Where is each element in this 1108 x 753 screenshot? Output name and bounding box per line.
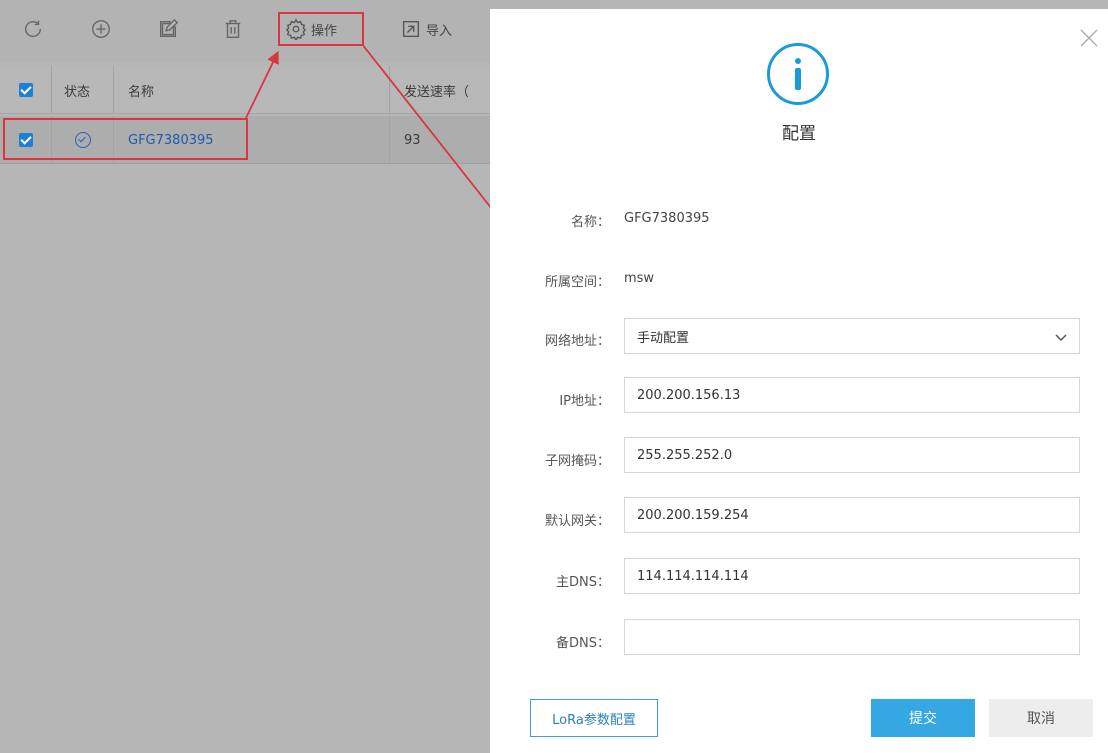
delete-icon <box>225 20 241 38</box>
network-select[interactable]: 手动配置 <box>624 318 1080 354</box>
header-name[interactable]: 名称 <box>114 66 390 114</box>
cancel-button[interactable]: 取消 <box>989 699 1093 737</box>
delete-button[interactable] <box>222 13 244 45</box>
primary-dns-input[interactable] <box>624 558 1080 594</box>
info-icon <box>767 43 829 105</box>
config-dialog: 配置 名称： GFG7380395 所属空间： msw 网络地址： 手动配置 I… <box>490 9 1108 753</box>
header-select-all[interactable] <box>0 66 52 114</box>
header-status[interactable]: 状态 <box>52 66 114 114</box>
name-value: GFG7380395 <box>624 211 710 226</box>
space-value: msw <box>624 271 655 286</box>
add-button[interactable] <box>90 13 112 45</box>
mask-label: 子网掩码： <box>544 454 610 469</box>
dns1-label: 主DNS： <box>556 575 610 590</box>
refresh-icon <box>25 20 42 38</box>
dialog-title: 配置 <box>782 124 816 144</box>
submit-button[interactable]: 提交 <box>871 699 975 737</box>
mask-input[interactable] <box>624 437 1080 473</box>
secondary-dns-input[interactable] <box>624 619 1080 655</box>
network-label: 网络地址： <box>544 334 610 349</box>
import-label: 导入 <box>426 23 453 39</box>
gateway-label: 默认网关： <box>544 514 610 529</box>
edit-icon <box>159 18 179 38</box>
lora-config-button[interactable]: LoRa参数配置 <box>530 699 658 737</box>
row-highlight-box <box>3 118 248 160</box>
gateway-input[interactable] <box>624 497 1080 533</box>
name-label: 名称： <box>570 215 610 230</box>
network-select-value: 手动配置 <box>637 330 690 346</box>
import-button[interactable]: 导入 <box>400 13 452 45</box>
add-icon <box>92 20 110 38</box>
operation-highlight-box <box>278 12 364 46</box>
edit-button[interactable] <box>157 13 179 45</box>
select-all-checkbox[interactable] <box>18 83 33 97</box>
ip-input[interactable] <box>624 377 1080 413</box>
dns2-label: 备DNS： <box>556 636 610 651</box>
chevron-down-icon <box>1055 334 1067 342</box>
import-icon <box>402 20 420 38</box>
close-icon[interactable] <box>1078 27 1100 49</box>
refresh-button[interactable] <box>22 13 44 45</box>
ip-label: IP地址： <box>559 394 610 409</box>
space-label: 所属空间： <box>544 275 610 290</box>
